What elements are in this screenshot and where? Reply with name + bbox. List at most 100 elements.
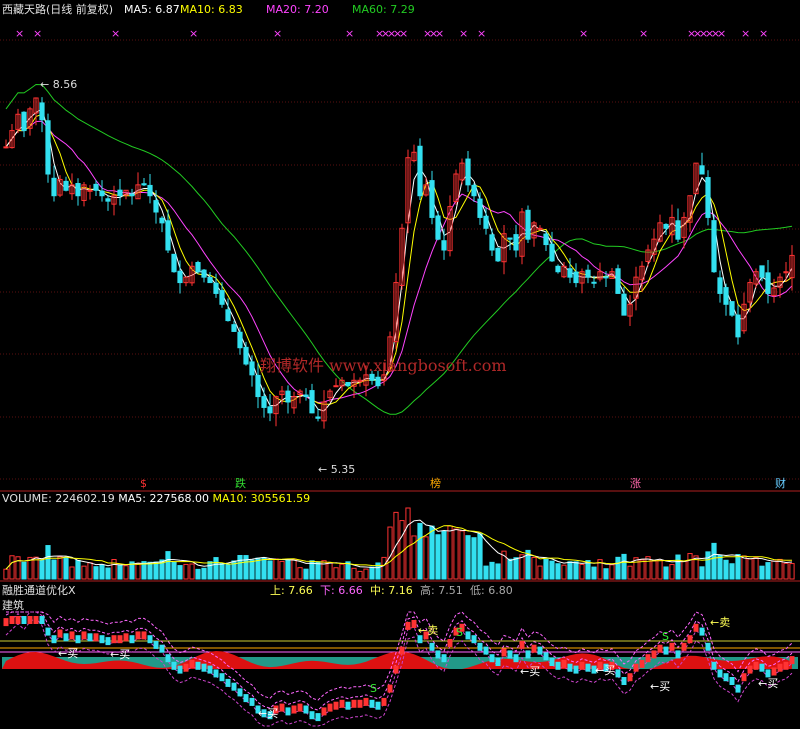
- indicator-mark: [57, 629, 63, 638]
- volume-bar: [225, 563, 231, 580]
- volume-bar: [603, 568, 609, 580]
- indicator-mark: [543, 652, 549, 661]
- indicator-mark: [399, 646, 405, 655]
- volume-bar: [435, 534, 441, 580]
- indicator-mark: [735, 684, 741, 693]
- volume-bar: [255, 557, 261, 580]
- indicator-mark: [249, 697, 255, 706]
- indicator-mark: [87, 633, 93, 642]
- volume-bar: [519, 554, 525, 580]
- volume-bar: [165, 551, 171, 580]
- indicator-mark: [207, 665, 213, 674]
- candle-body: [105, 198, 111, 202]
- indicator-mark: [705, 642, 711, 651]
- candle-body: [243, 346, 249, 365]
- volume-bar: [261, 557, 267, 580]
- candle-body: [489, 234, 495, 251]
- volume-bar: [711, 542, 717, 580]
- volume-bar: [117, 564, 123, 580]
- candle-body: [3, 146, 9, 149]
- volume-bar: [315, 561, 321, 580]
- volume-bar: [561, 564, 567, 580]
- volume-bar: [123, 565, 129, 580]
- indicator-mark: [45, 627, 51, 636]
- indicator-mark: [405, 621, 411, 630]
- candle-body: [93, 183, 99, 191]
- volume-bar: [669, 564, 675, 580]
- indicator-mark: [759, 663, 765, 672]
- volume-bar: [357, 570, 363, 580]
- volume-bar: [279, 560, 285, 580]
- top-marker: ×: [399, 27, 408, 40]
- top-marker: ×: [33, 27, 42, 40]
- indicator-mark: [567, 663, 573, 672]
- indicator-value: 低: 6.80: [470, 584, 513, 597]
- candle-body: [375, 376, 381, 387]
- indicator-mark: [225, 678, 231, 687]
- candle-body: [759, 265, 765, 278]
- volume-bar: [777, 558, 783, 580]
- indicator-mark: [153, 640, 159, 649]
- volume-bar: [753, 557, 759, 580]
- volume-bar: [429, 525, 435, 580]
- volume-bar: [531, 557, 537, 580]
- top-markers: × × × × × × ××××× ××× × × × × ×××××× × ×: [15, 27, 768, 40]
- candle-body: [585, 269, 591, 278]
- volume-bar: [249, 559, 255, 580]
- candle-body: [87, 189, 93, 192]
- indicator-mark: [663, 646, 669, 655]
- indicator-mark: [729, 677, 735, 685]
- indicator-mark: [321, 707, 327, 716]
- top-marker: ×: [741, 27, 750, 40]
- candle-body: [483, 215, 489, 229]
- indicator-mark: [387, 684, 393, 693]
- indicator-mark: [147, 635, 153, 644]
- indicator-mark: [687, 635, 693, 644]
- ma-legend-item: MA10: 6.83: [180, 3, 243, 16]
- indicator-mark: [285, 707, 291, 716]
- indicator-values: 上: 7.66 下: 6.66 中: 7.16 高: 7.51 低: 6.80: [270, 583, 513, 597]
- volume-bar: [69, 566, 75, 580]
- volume-bar: [747, 558, 753, 580]
- indicator-mark: [237, 688, 243, 697]
- volume-bar: [87, 562, 93, 580]
- buy-signal: ←买: [595, 664, 615, 677]
- candle-body: [21, 111, 27, 132]
- indicator-mark: [105, 637, 111, 646]
- s-signal: S: [662, 630, 669, 643]
- indicator-mark: [639, 659, 645, 668]
- candle-body: [45, 120, 51, 175]
- indicator-mark: [291, 705, 297, 714]
- candle-body: [237, 331, 243, 349]
- candle-body: [333, 385, 339, 388]
- indicator-mark: [789, 656, 795, 665]
- volume-ma-polyline: [5, 525, 792, 570]
- candle-body: [255, 374, 261, 398]
- indicator-mark: [669, 642, 675, 651]
- candle-body: [471, 184, 477, 197]
- volume-bar: [507, 558, 513, 580]
- indicator-mark: [579, 661, 585, 670]
- volume-bar: [243, 555, 249, 580]
- candle-body: [765, 272, 771, 294]
- volume-bar: [681, 560, 687, 580]
- indicator-mark: [447, 639, 453, 647]
- volume-bar: [333, 567, 339, 580]
- volume-bar: [285, 559, 291, 580]
- volume-bar: [3, 568, 9, 580]
- ma-legend-item: MA60: 7.29: [352, 3, 415, 16]
- candle-body: [573, 271, 579, 284]
- s-signal: S: [370, 682, 377, 695]
- volume-bar: [471, 537, 477, 580]
- volume-bar: [615, 556, 621, 580]
- indicator-mark: [27, 616, 33, 624]
- top-marker: ×: [477, 27, 486, 40]
- candlesticks: [3, 97, 795, 429]
- indicator-mark: [573, 665, 579, 674]
- indicator-mark: [525, 650, 531, 659]
- indicator-mark: [171, 661, 177, 670]
- volume-bar: [171, 561, 177, 580]
- volume-bar: [741, 555, 747, 580]
- volume-bar: [153, 561, 159, 580]
- volume-bar: [339, 563, 345, 580]
